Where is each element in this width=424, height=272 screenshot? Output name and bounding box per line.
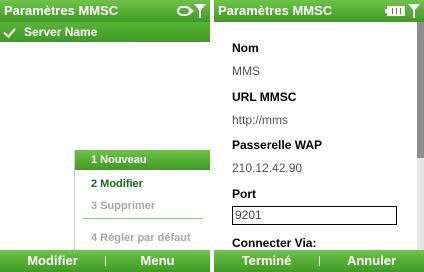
page-title: Paramètres MMSC [218,3,333,18]
menu-divider [83,218,203,219]
signal-icon[interactable] [194,4,206,18]
status-icons [177,0,206,22]
menu-item-supprimer: 3 Supprimer [91,200,156,212]
label-nom: Nom [232,41,259,55]
popup-menu: 1 Nouveau 2 Modifier 3 Supprimer 4 Régle… [74,150,210,250]
battery-icon[interactable] [385,6,405,16]
page-title: Paramètres MMSC [4,3,119,18]
label-port: Port [232,187,256,201]
softkey-right-menu[interactable]: Menu [105,250,210,272]
scrollbar-thumb[interactable] [417,22,424,158]
title-bar: Paramètres MMSC [0,0,210,22]
softkey-left-termine[interactable]: Terminé [214,250,319,272]
softkey-bar: Modifier Menu [0,250,210,272]
value-nom[interactable]: MMS [232,64,260,78]
scrollbar[interactable] [417,22,424,250]
softkey-right-annuler[interactable]: Annuler [319,250,424,272]
softkey-left-modifier[interactable]: Modifier [0,250,105,272]
list-item-server-name[interactable]: Server Name [0,22,210,42]
signal-icon[interactable] [408,4,420,18]
port-input[interactable]: 9201 [232,206,397,225]
softkey-bar: Terminé Annuler [214,250,424,272]
value-url-mmsc[interactable]: http://mms [232,113,288,127]
label-url-mmsc: URL MMSC [232,90,297,104]
sync-icon[interactable] [177,6,194,16]
label-passerelle-wap: Passerelle WAP [232,138,323,152]
screen-mmsc-edit: Paramètres MMSC Nom MMS URL MMSC http://… [214,0,424,272]
menu-item-modifier[interactable]: 2 Modifier [75,174,210,194]
label-connecter-via: Connecter Via: [232,236,317,250]
checkmark-icon [5,25,17,37]
screen-server-list: Paramètres MMSC Server Name 1 Nouveau 2 … [0,0,210,272]
menu-item-regler-par-defaut: 4 Régler par défaut [91,232,191,244]
title-bar: Paramètres MMSC [214,0,424,22]
status-icons [385,0,420,22]
value-passerelle-wap[interactable]: 210.12.42.90 [232,161,302,175]
menu-item-nouveau[interactable]: 1 Nouveau [75,150,210,170]
list-item-label: Server Name [24,25,98,39]
